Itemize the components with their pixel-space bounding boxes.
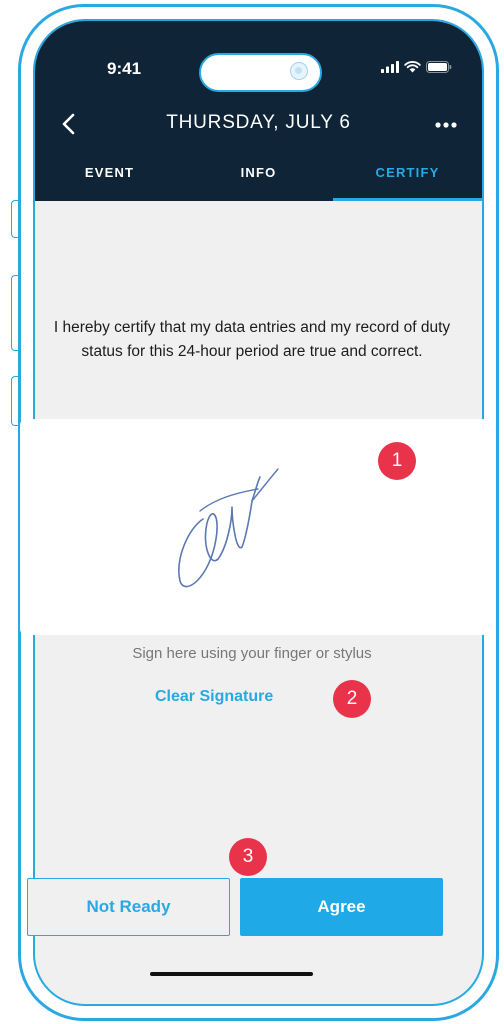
step-badge-1: 1 xyxy=(378,442,416,480)
page-title: THURSDAY, JULY 6 xyxy=(166,112,351,133)
camera-icon xyxy=(290,62,308,80)
tab-event[interactable]: EVENT xyxy=(35,161,184,201)
nav-bar: THURSDAY, JULY 6 xyxy=(35,101,482,149)
step-badge-2: 2 xyxy=(333,680,371,718)
status-time: 9:41 xyxy=(107,59,142,78)
tab-bar: EVENT INFO CERTIFY xyxy=(35,161,482,201)
more-dots-icon xyxy=(435,122,457,128)
status-icons xyxy=(381,61,452,73)
tab-certify[interactable]: CERTIFY xyxy=(333,161,482,201)
signal-icon xyxy=(381,61,399,73)
chevron-left-icon xyxy=(62,113,75,135)
app-header: 9:41 THURSDAY, JULY 6 EVENT INFO CERTIFY xyxy=(35,21,482,201)
battery-icon xyxy=(426,61,452,73)
certification-statement: I hereby certify that my data entries an… xyxy=(53,319,451,360)
more-options-button[interactable] xyxy=(432,111,460,137)
step-badge-3: 3 xyxy=(229,838,267,876)
back-button[interactable] xyxy=(57,111,83,137)
wifi-icon xyxy=(404,61,421,73)
clear-signature-link[interactable]: Clear Signature xyxy=(155,688,273,706)
dynamic-island xyxy=(199,53,322,92)
agree-button[interactable]: Agree xyxy=(240,878,443,936)
signature-hint: Sign here using your finger or stylus xyxy=(132,645,372,662)
screenshot-canvas: 9:41 THURSDAY, JULY 6 EVENT INFO CERTIFY… xyxy=(0,0,504,1024)
not-ready-button[interactable]: Not Ready xyxy=(27,878,230,936)
signature-pad[interactable] xyxy=(20,419,488,635)
home-indicator xyxy=(150,972,313,976)
tab-info[interactable]: INFO xyxy=(184,161,333,201)
